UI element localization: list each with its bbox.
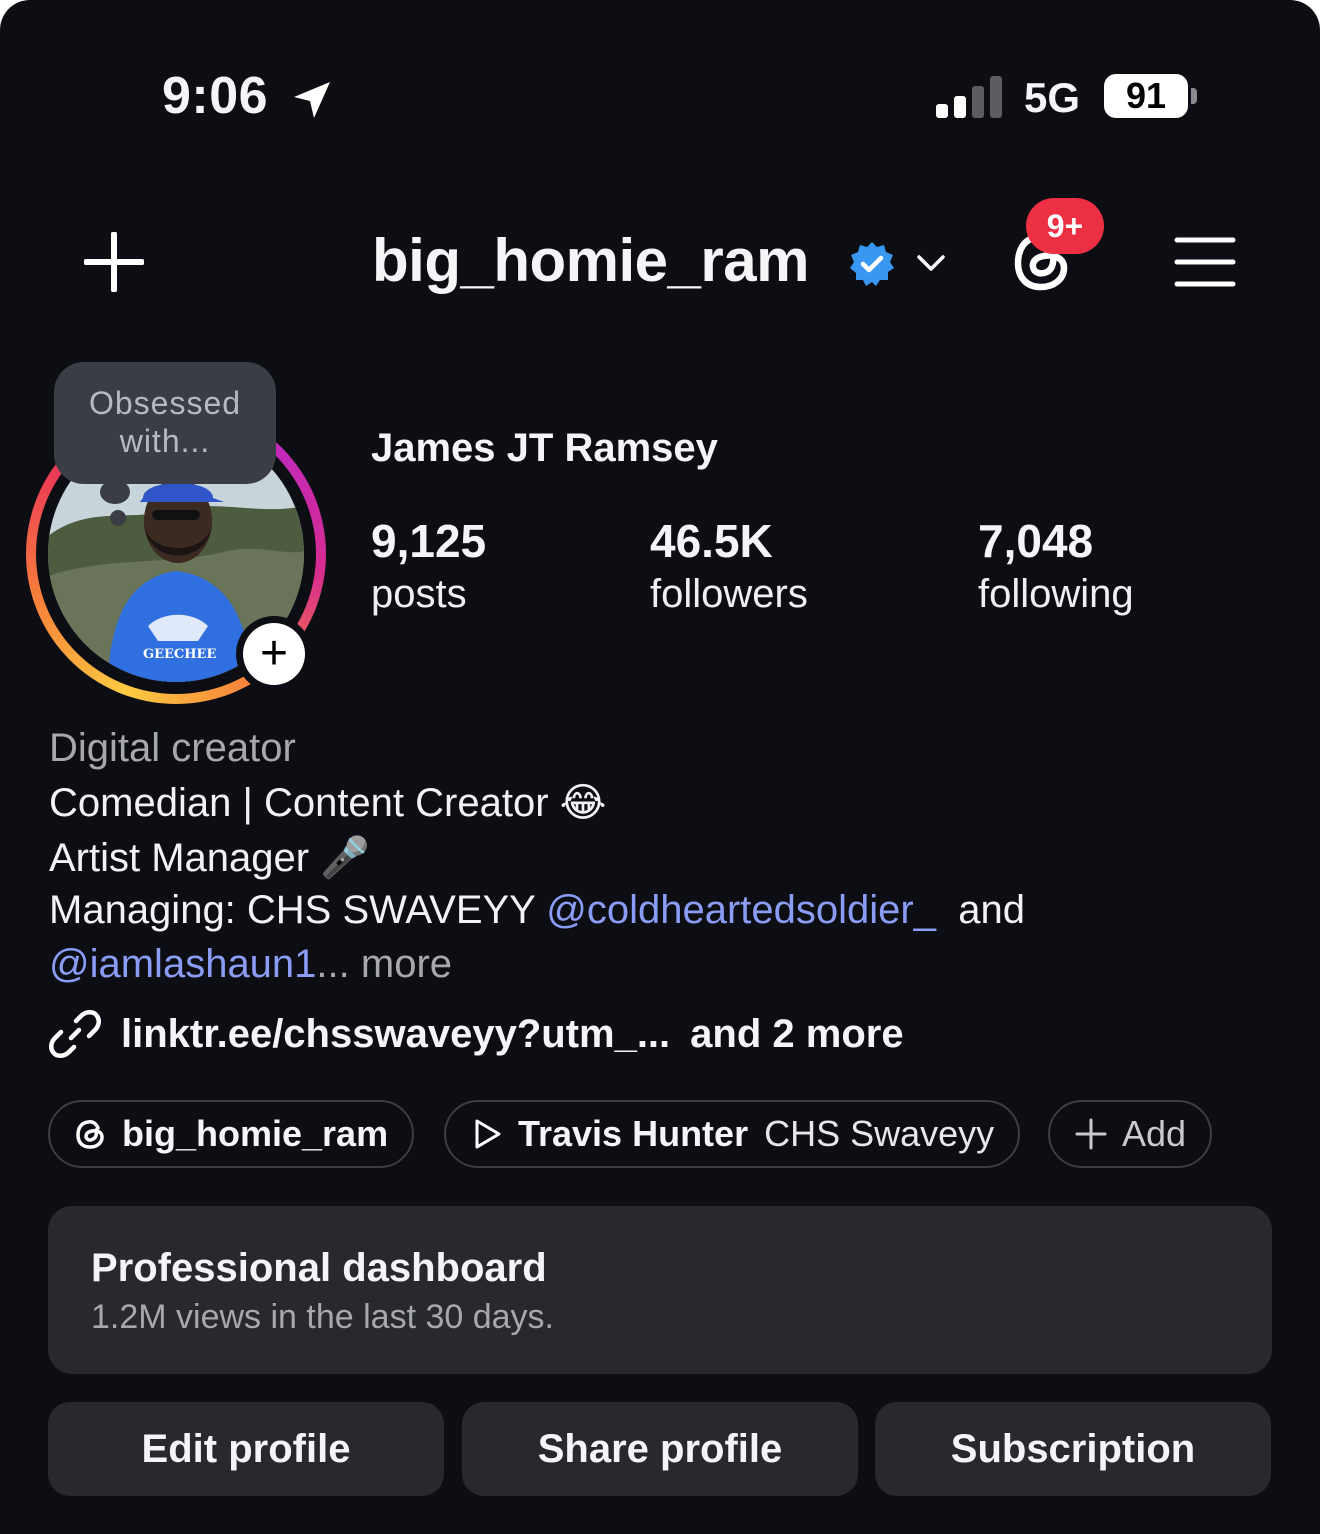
link-chain-icon (49, 1010, 101, 1058)
bio-line-1-text: Comedian | Content Creator (49, 781, 549, 825)
followers-label[interactable]: followers (650, 572, 808, 617)
verified-badge-icon (850, 242, 894, 286)
status-time: 9:06 (162, 67, 269, 125)
bio-more-link[interactable]: more (361, 942, 452, 986)
laughing-emoji: 😂 (559, 781, 607, 825)
hamburger-menu-icon[interactable] (1174, 236, 1236, 288)
posts-count[interactable]: 9,125 (371, 514, 486, 568)
add-plus-icon (1075, 1118, 1107, 1150)
share-profile-button[interactable]: Share profile (462, 1402, 858, 1496)
music-chip-title: Travis Hunter (518, 1113, 749, 1154)
bio-link-more[interactable]: and 2 more (690, 1012, 903, 1057)
following-count[interactable]: 7,048 (978, 514, 1093, 568)
add-story-button[interactable]: + (236, 616, 312, 692)
cellular-signal-icon (936, 76, 1002, 118)
subscription-button[interactable]: Subscription (875, 1402, 1271, 1496)
add-chip-label: Add (1122, 1113, 1187, 1154)
dashboard-subtitle: 1.2M views in the last 30 days. (91, 1298, 555, 1336)
mention-link[interactable]: @iamlashaun1 (49, 942, 316, 986)
followers-count[interactable]: 46.5K (650, 514, 773, 568)
location-arrow-icon (294, 82, 330, 118)
bio-line-2-text: Artist Manager (49, 836, 310, 880)
bio-line-3-suffix: and (958, 888, 1025, 932)
play-icon (475, 1119, 501, 1149)
following-label[interactable]: following (978, 572, 1134, 617)
microphone-emoji: 🎤 (320, 836, 371, 880)
bio-line-1: Comedian | Content Creator 😂 (49, 780, 606, 826)
music-chip-artist: CHS Swaveyy (764, 1113, 995, 1154)
bio-ellipsis: ... (316, 942, 350, 986)
threads-chip-label: big_homie_ram (122, 1113, 389, 1154)
svg-text:GEECHEE: GEECHEE (143, 647, 216, 662)
bio-link[interactable]: linktr.ee/chsswaveyy?utm_... (121, 1012, 670, 1057)
profile-category: Digital creator (49, 726, 296, 770)
bio-line-2: Artist Manager 🎤 (49, 834, 370, 881)
battery-indicator: 91 (1104, 74, 1188, 118)
full-name: James JT Ramsey (371, 426, 718, 470)
bio-line-3: Managing: CHS SWAVEYY @coldheartedsoldie… (49, 888, 1025, 933)
account-switch-chevron-down-icon[interactable] (916, 252, 946, 274)
notification-badge: 9+ (1026, 198, 1104, 254)
header-username[interactable]: big_homie_ram (372, 226, 809, 295)
mention-link[interactable]: @coldheartedsoldier_ (546, 888, 936, 932)
network-type: 5G (1024, 74, 1081, 121)
profile-screen: 9:06 5G 91 big_homie_ram 9+ GEECHEE + Ob… (0, 0, 1320, 1534)
bio-line-4: @iamlashaun1... more (49, 942, 452, 987)
note-bubble[interactable]: Obsessed with... (54, 362, 276, 484)
battery-nub (1191, 88, 1197, 104)
note-bubble-tail-small (110, 510, 126, 526)
edit-profile-button[interactable]: Edit profile (48, 1402, 444, 1496)
add-story-plus-icon: + (243, 623, 305, 685)
threads-icon (76, 1120, 104, 1149)
dashboard-title: Professional dashboard (91, 1246, 547, 1290)
create-plus-icon[interactable] (84, 232, 144, 292)
bio-link-row[interactable]: linktr.ee/chsswaveyy?utm_... and 2 more (49, 1008, 904, 1060)
music-chip[interactable]: Travis Hunter CHS Swaveyy (444, 1100, 1021, 1168)
posts-label[interactable]: posts (371, 572, 467, 617)
add-chip[interactable]: Add (1048, 1100, 1213, 1168)
note-bubble-tail (100, 480, 130, 504)
threads-chip[interactable]: big_homie_ram (48, 1100, 415, 1168)
bio-line-3-text: Managing: CHS SWAVEYY (49, 888, 536, 932)
